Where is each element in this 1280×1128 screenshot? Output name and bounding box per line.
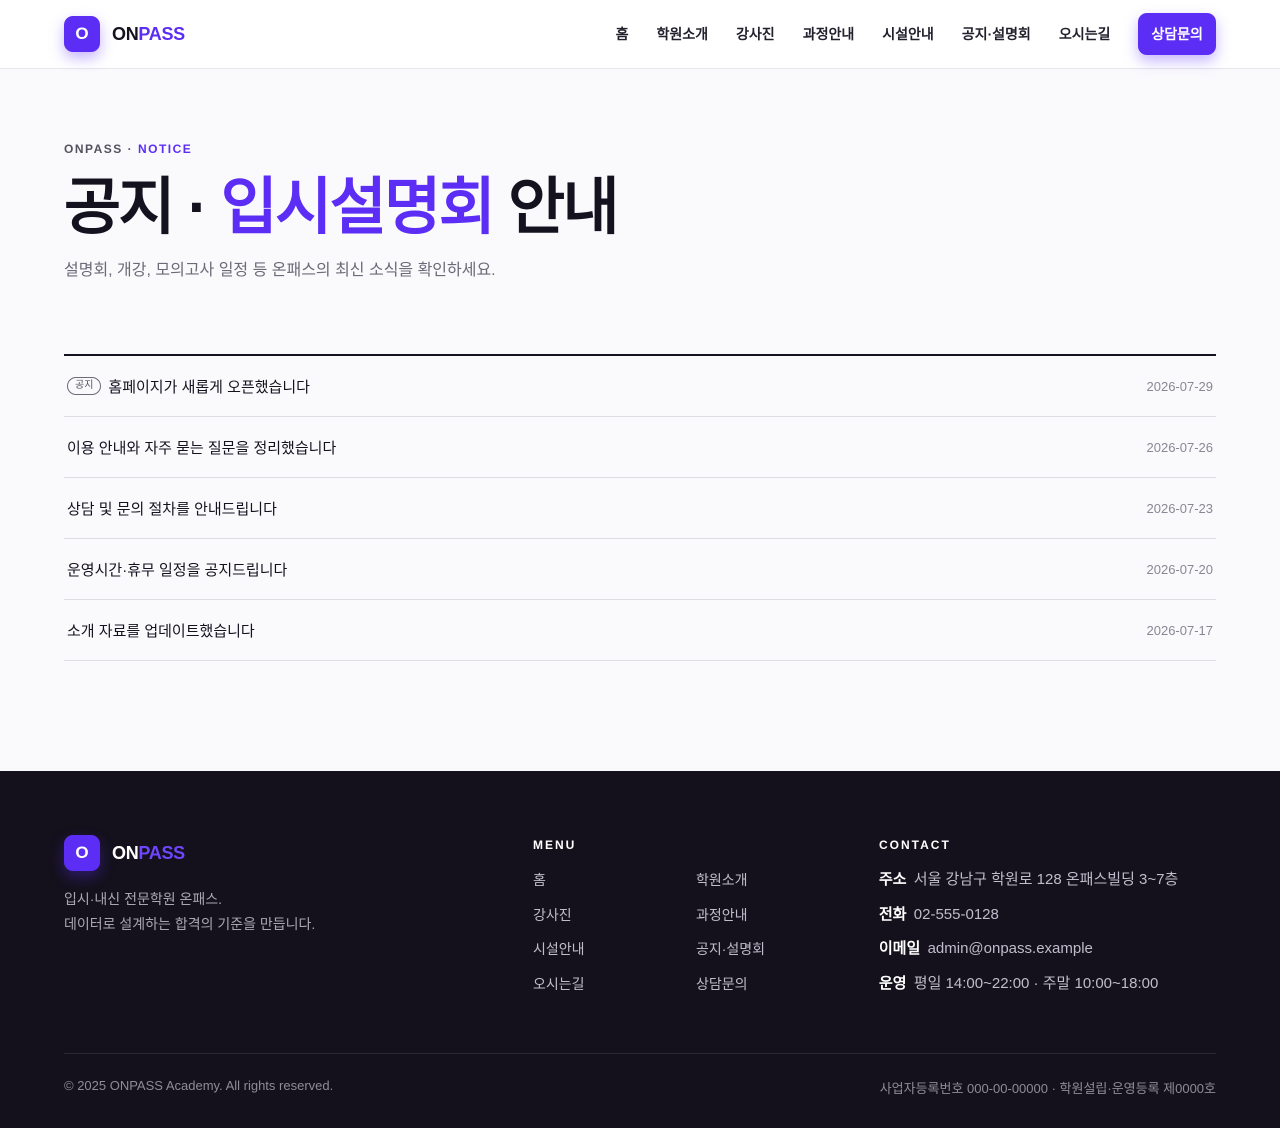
footer-menu: MENU 홈 학원소개 강사진 과정안내 시설안내 공지·설명회 오시는길 상담… [533,838,833,993]
notice-row[interactable]: 운영시간·휴무 일정을 공지드립니다 2026-07-20 [64,539,1216,601]
brand-name-pass: PASS [138,23,185,44]
notice-row[interactable]: 상담 및 문의 절차를 안내드립니다 2026-07-23 [64,478,1216,540]
title-part1: 공지 · [64,173,221,242]
notice-row-left: 상담 및 문의 절차를 안내드립니다 [67,498,277,519]
footer-link-home[interactable]: 홈 [533,871,696,890]
brand-name-on: ON [112,23,139,44]
footer-logo-mark: O [64,835,100,871]
contact-address: 주소 서울 강남구 학원로 128 온패스빌딩 3~7층 [879,871,1219,890]
contact-value: 서울 강남구 학원로 128 온패스빌딩 3~7층 [913,871,1179,888]
nav-item-directions[interactable]: 오시는길 [1059,24,1111,44]
site-header: O ONPASS 홈 학원소개 강사진 과정안내 시설안내 공지·설명회 오시는… [0,0,1280,69]
contact-value: 평일 14:00~22:00 · 주말 10:00~18:00 [913,974,1159,992]
footer-brand-on: ON [112,842,139,863]
nav-item-facilities[interactable]: 시설안내 [882,24,934,44]
page-subtitle: 설명회, 개강, 모의고사 일정 등 온패스의 최신 소식을 확인하세요. [64,262,496,280]
contact-phone: 전화 02-555-0128 [879,906,1219,925]
contact-value[interactable]: 02-555-0128 [914,906,999,923]
hero-section: ONPASS · NOTICE 공지 · 입시설명회 안내 설명회, 개강, 모… [0,69,1280,280]
footer-link-courses[interactable]: 과정안내 [696,906,826,925]
footer-contact-heading: CONTACT [879,838,951,852]
footer-description: 입시·내신 전문학원 온패스. 데이터로 설계하는 합격의 기준을 만듭니다. [64,887,315,937]
contact-list: 주소 서울 강남구 학원로 128 온패스빌딩 3~7층 전화 02-555-0… [879,871,1219,993]
contact-key: 운영 [879,974,907,992]
notice-title[interactable]: 홈페이지가 새롭게 오픈했습니다 [108,376,310,397]
notice-date: 2026-07-23 [1146,500,1214,516]
footer-link-instructors[interactable]: 강사진 [533,906,696,925]
eyebrow-prefix: ONPASS · [64,142,138,156]
contact-key: 전화 [879,905,907,923]
nav-item-courses[interactable]: 과정안내 [803,24,855,44]
footer-link-directions[interactable]: 오시는길 [533,975,696,994]
consult-button[interactable]: 상담문의 [1138,13,1216,55]
nav-item-notice[interactable]: 공지·설명회 [962,24,1031,44]
business-info: 사업자등록번호 000-00-00000 · 학원설립·운영등록 제0000호 [879,1081,1216,1096]
main-nav: 홈 학원소개 강사진 과정안내 시설안내 공지·설명회 오시는길 상담문의 [616,13,1216,55]
title-highlight: 입시설명회 [220,173,496,242]
eyebrow-accent: NOTICE [137,142,193,156]
site-footer: O ONPASS 입시·내신 전문학원 온패스. 데이터로 설계하는 합격의 기… [0,771,1280,1128]
notice-title[interactable]: 이용 안내와 자주 묻는 질문을 정리했습니다 [67,437,336,458]
nav-item-instructors[interactable]: 강사진 [736,24,775,44]
notice-row[interactable]: 소개 자료를 업데이트했습니다 2026-07-17 [64,600,1216,662]
notice-date: 2026-07-26 [1146,439,1214,455]
footer-link-consult[interactable]: 상담문의 [696,975,826,994]
notice-date: 2026-07-29 [1146,378,1214,394]
notice-row-left: 공지 홈페이지가 새롭게 오픈했습니다 [67,376,310,397]
contact-key: 주소 [879,871,907,888]
notice-row-left: 이용 안내와 자주 묻는 질문을 정리했습니다 [67,437,336,458]
eyebrow: ONPASS · NOTICE [64,142,1216,156]
footer-brand-name: ONPASS [112,843,185,864]
footer-link-notice[interactable]: 공지·설명회 [696,940,826,959]
notice-row[interactable]: 이용 안내와 자주 묻는 질문을 정리했습니다 2026-07-26 [64,417,1216,479]
contact-key: 이메일 [879,940,921,957]
notice-title[interactable]: 운영시간·휴무 일정을 공지드립니다 [67,559,287,580]
nav-item-about[interactable]: 학원소개 [657,24,709,44]
notice-date: 2026-07-20 [1146,561,1214,577]
footer-brand-pass: PASS [138,842,185,863]
footer-desc-line1: 입시·내신 전문학원 온패스. [64,891,223,907]
logo-mark: O [64,16,100,52]
notice-date: 2026-07-17 [1146,622,1214,638]
copyright: © 2025 ONPASS Academy. All rights reserv… [64,1078,334,1093]
brand-logo[interactable]: O ONPASS [64,16,185,52]
contact-email: 이메일 admin@onpass.example [879,940,1219,959]
nav-item-home[interactable]: 홈 [616,24,629,44]
contact-value[interactable]: admin@onpass.example [928,940,1093,957]
footer-contact: CONTACT 주소 서울 강남구 학원로 128 온패스빌딩 3~7층 전화 … [879,838,1219,1009]
brand-name: ONPASS [112,24,185,45]
footer-divider [64,1053,1216,1054]
footer-link-facilities[interactable]: 시설안내 [533,940,696,959]
notice-row-left: 소개 자료를 업데이트했습니다 [67,620,255,641]
contact-hours: 운영 평일 14:00~22:00 · 주말 10:00~18:00 [879,975,1219,994]
notice-row[interactable]: 공지 홈페이지가 새롭게 오픈했습니다 2026-07-29 [64,356,1216,418]
notice-title[interactable]: 소개 자료를 업데이트했습니다 [67,620,255,641]
notice-list: 공지 홈페이지가 새롭게 오픈했습니다 2026-07-29 이용 안내와 자주… [64,354,1216,662]
footer-menu-grid: 홈 학원소개 강사진 과정안내 시설안내 공지·설명회 오시는길 상담문의 [533,871,833,993]
footer-menu-heading: MENU [533,838,577,852]
footer-desc-line2: 데이터로 설계하는 합격의 기준을 만듭니다. [64,916,316,932]
title-part2: 안내 [493,173,620,242]
notice-title[interactable]: 상담 및 문의 절차를 안내드립니다 [67,498,277,519]
page-title: 공지 · 입시설명회 안내 [64,173,1216,242]
footer-link-about[interactable]: 학원소개 [696,871,826,890]
notice-badge: 공지 [67,377,102,396]
footer-brand-logo[interactable]: O ONPASS [64,835,185,871]
notice-row-left: 운영시간·휴무 일정을 공지드립니다 [67,559,287,580]
